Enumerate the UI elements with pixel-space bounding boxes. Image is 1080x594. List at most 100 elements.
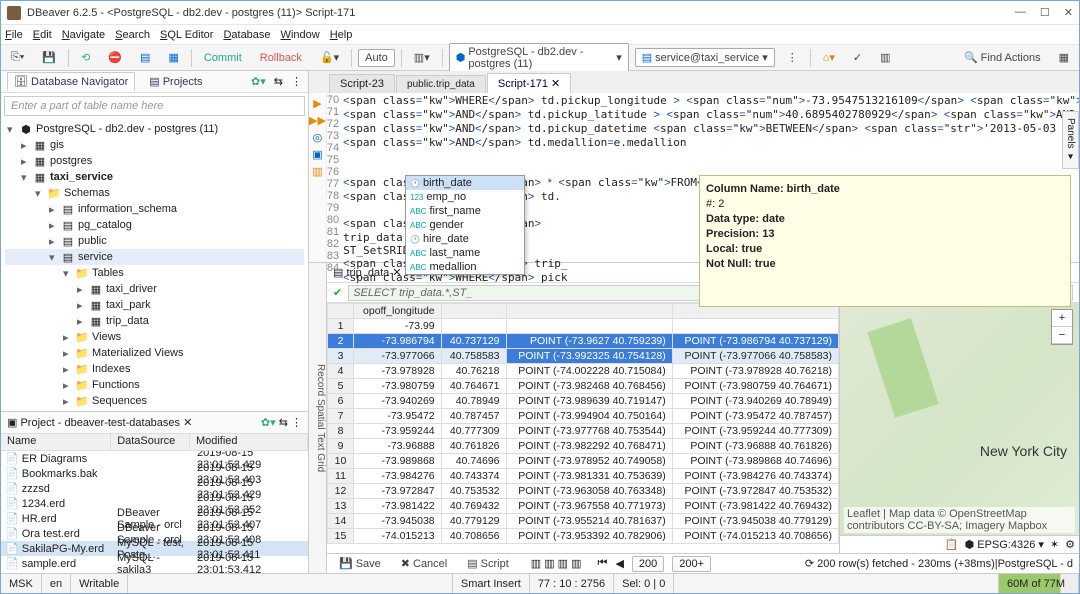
commit-button[interactable]: Commit [198, 50, 248, 66]
save-button[interactable]: 💾 [36, 49, 62, 66]
tab-projects[interactable]: ▤ Projects [143, 73, 208, 90]
menu-search[interactable]: Search [115, 29, 150, 41]
close-button[interactable]: ✕ [1064, 6, 1073, 19]
project-row[interactable]: 📄 sample.erdMySQL - sakila32019-08-15 23… [1, 556, 308, 571]
editor-tab[interactable]: public.trip_data [396, 75, 486, 93]
tool-icon[interactable]: ▦ [162, 49, 184, 66]
autocomplete-item[interactable]: 🕐hire_date [406, 232, 524, 246]
tool-icon[interactable]: ⛔ [102, 49, 128, 66]
tree-item[interactable]: ▸▤information_schema [5, 201, 304, 217]
table-row[interactable]: 13-73.98142240.769432POINT (-73.967558 4… [328, 499, 839, 514]
table-row[interactable]: 5-73.98075940.764671POINT (-73.982468 40… [328, 379, 839, 394]
db-tree[interactable]: ▾⬢PostgreSQL - db2.dev - postgres (11)▸▦… [1, 119, 308, 411]
grid-col[interactable]: opoff_longitude [354, 304, 442, 319]
menu-edit[interactable]: Edit [33, 29, 52, 41]
tree-item[interactable]: ▾📁Tables [5, 265, 304, 281]
project-col[interactable]: Modified [190, 434, 308, 450]
table-row[interactable]: 4-73.97892840.76218POINT (-74.002228 40.… [328, 364, 839, 379]
memory-gauge[interactable]: 60M of 77M [999, 574, 1079, 593]
tool-icon[interactable]: ▥ [874, 49, 896, 66]
menu-navigate[interactable]: Navigate [62, 29, 105, 41]
autocomplete-item[interactable]: 123emp_no [406, 190, 524, 204]
sql-icon[interactable]: ▥▾ [408, 49, 436, 66]
tree-item[interactable]: ▸📁Sequences [5, 393, 304, 409]
link-icon[interactable]: ⇆ [279, 417, 288, 429]
tree-item[interactable]: ▸▤public [5, 233, 304, 249]
tool-icon[interactable]: ▤ [134, 49, 156, 66]
tree-item[interactable]: ▾▤service [5, 249, 304, 265]
new-button[interactable]: ⎘▾ [5, 49, 30, 66]
find-actions[interactable]: 🔍 Find Actions [958, 49, 1047, 66]
home-icon[interactable]: ⌂▾ [817, 49, 841, 66]
minimize-button[interactable]: — [1015, 6, 1026, 19]
table-row[interactable]: 11-73.98427640.743374POINT (-73.981331 4… [328, 469, 839, 484]
conn-selector[interactable]: ⬢ PostgreSQL - db2.dev - postgres (11) ▾ [449, 43, 629, 73]
run-script-icon[interactable]: ▶▶ [309, 114, 326, 127]
layers-icon[interactable]: ✶ [1050, 538, 1059, 551]
panel-settings-icon[interactable]: ⋮ [291, 75, 302, 88]
spatial-map[interactable]: +− New York City Leaflet | Map data © Op… [839, 303, 1079, 553]
zoom-in-icon[interactable]: + [1052, 310, 1072, 327]
table-row[interactable]: 2-73.98679440.737129POINT (-73.9627 40.7… [328, 334, 839, 349]
tree-item[interactable]: ▸▦trip_data [5, 313, 304, 329]
stop-icon[interactable]: ▣ [312, 148, 322, 161]
gear-icon[interactable]: ⚙ [1065, 538, 1075, 551]
menu-help[interactable]: Help [330, 29, 353, 41]
tree-filter-input[interactable]: Enter a part of table name here [4, 96, 305, 116]
load-more-button[interactable]: 200+ [672, 556, 711, 572]
prev-page-icon[interactable]: ◀ [615, 557, 623, 570]
autocomplete-item[interactable]: ABCfirst_name [406, 204, 524, 218]
menu-sql-editor[interactable]: SQL Editor [160, 29, 213, 41]
autocomplete-item[interactable]: ABCgender [406, 218, 524, 232]
tool-icon[interactable]: ⋮ [781, 49, 804, 66]
menu-database[interactable]: Database [223, 29, 270, 41]
srs-label[interactable]: ⬢ EPSG:4326 ▾ [965, 538, 1044, 551]
tree-item[interactable]: ▸▦postgres [5, 153, 304, 169]
tool-icon[interactable]: ⟲ [75, 49, 96, 66]
tool-icon[interactable]: ✓ [847, 49, 868, 66]
panel-menu-icon[interactable]: ✿▾ [251, 75, 266, 88]
tree-item[interactable]: ▸▦gis [5, 137, 304, 153]
tree-item[interactable]: ▸▦taxi_park [5, 297, 304, 313]
rollback-button[interactable]: Rollback [254, 50, 308, 66]
explain-icon[interactable]: ◎ [313, 131, 323, 144]
table-row[interactable]: 3-73.97706640.758583POINT (-73.992325 40… [328, 349, 839, 364]
perspective-button[interactable]: ▦ [1053, 49, 1075, 66]
edit-icons[interactable]: ▥ ▥ ▥ ▥ [531, 557, 582, 570]
load-icon[interactable]: ▥ [312, 165, 322, 178]
table-row[interactable]: 10-73.98986840.74696POINT (-73.978952 40… [328, 454, 839, 469]
tx-dropdown[interactable]: 🔓▾ [314, 49, 345, 66]
tree-item[interactable]: ▸▦taxi_driver [5, 281, 304, 297]
editor-tab[interactable]: Script-23 [329, 74, 395, 93]
project-col[interactable]: Name [1, 434, 111, 450]
result-grid[interactable]: opoff_longitude1-73.992-73.98679440.7371… [327, 303, 839, 553]
menu-window[interactable]: Window [281, 29, 320, 41]
run-icon[interactable]: ▶ [313, 97, 321, 110]
table-row[interactable]: 12-73.97284740.753532POINT (-73.963058 4… [328, 484, 839, 499]
res-save-button[interactable]: 💾 Save [333, 555, 387, 572]
table-row[interactable]: 15-74.01521340.708656POINT (-73.953392 4… [328, 529, 839, 544]
tab-db-navigator[interactable]: 🗄 Database Navigator [7, 72, 135, 91]
res-script-button[interactable]: ▤ Script [461, 555, 515, 572]
link-icon[interactable]: ⇆ [274, 75, 283, 88]
table-row[interactable]: 8-73.95924440.777309POINT (-73.977768 40… [328, 424, 839, 439]
autocomplete-popup[interactable]: 🕐birth_date123emp_noABCfirst_nameABCgend… [405, 175, 525, 275]
table-row[interactable]: 7-73.9547240.787457POINT (-73.994904 40.… [328, 409, 839, 424]
copy-icon[interactable]: 📋 [945, 538, 959, 551]
zoom-out-icon[interactable]: − [1052, 327, 1072, 344]
table-row[interactable]: 14-73.94503840.779129POINT (-73.955214 4… [328, 514, 839, 529]
tree-item[interactable]: ▸📁Materialized Views [5, 345, 304, 361]
auto-button[interactable]: Auto [358, 49, 395, 67]
autocomplete-item[interactable]: ABCmedallion [406, 260, 524, 274]
project-col[interactable]: DataSource [111, 434, 190, 450]
table-row[interactable]: 1-73.99 [328, 319, 839, 334]
tree-item[interactable]: ▾▦taxi_service [5, 169, 304, 185]
tree-item[interactable]: ▸▤pg_catalog [5, 217, 304, 233]
page-size-input[interactable]: 200 [632, 556, 664, 572]
menu-file[interactable]: File [5, 29, 23, 41]
gear-icon[interactable]: ✿▾ [261, 417, 276, 429]
tree-item[interactable]: ▸📁Views [5, 329, 304, 345]
autocomplete-item[interactable]: 🕐birth_date [406, 176, 524, 190]
tree-item[interactable]: ▾📁Schemas [5, 185, 304, 201]
maximize-button[interactable]: ☐ [1040, 6, 1050, 19]
